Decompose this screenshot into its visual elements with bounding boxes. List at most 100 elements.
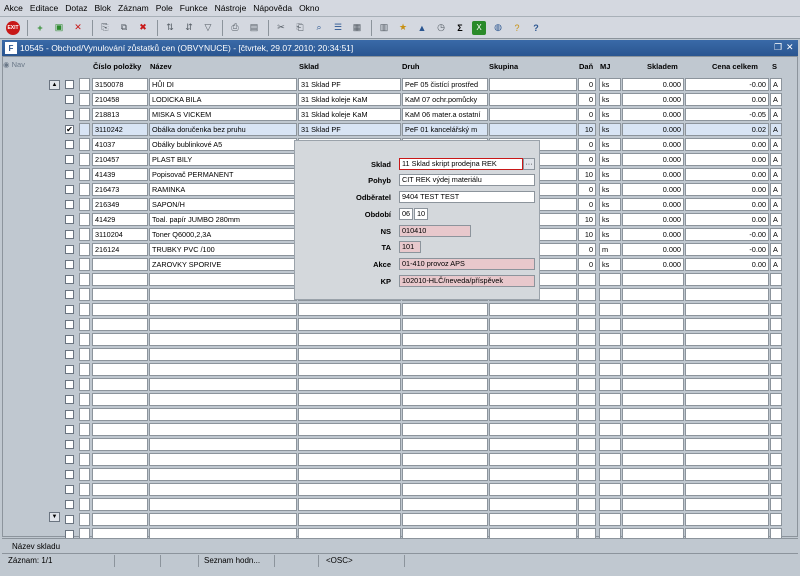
cell-druh[interactable] [402, 483, 488, 496]
cell-s[interactable]: A [770, 168, 782, 181]
cell-mj[interactable] [599, 423, 621, 436]
cell-cislo[interactable] [92, 348, 148, 361]
cell-skladem[interactable]: 0.000 [622, 258, 684, 271]
help-icon[interactable]: ? [529, 21, 543, 35]
row-checkbox[interactable] [65, 260, 74, 269]
cell-druh[interactable] [402, 333, 488, 346]
cell-dan[interactable] [578, 423, 596, 436]
cell-skupina[interactable] [489, 378, 577, 391]
cell-skladem[interactable]: 0.000 [622, 168, 684, 181]
row-checkbox[interactable] [65, 110, 74, 119]
cell-mj[interactable]: ks [599, 123, 621, 136]
cell-sklad[interactable] [298, 378, 401, 391]
obdobi-month-field[interactable]: 06 [399, 208, 413, 220]
cell-cislo[interactable] [92, 273, 148, 286]
cell-mj[interactable] [599, 333, 621, 346]
table-row[interactable]: ✔ 3110242 Obálka doručenka bez pruhu 31 Skl… [49, 123, 787, 137]
cell-nazev[interactable]: Toner Q6000,2,3A [149, 228, 297, 241]
row-checkbox[interactable] [65, 425, 74, 434]
table-row[interactable] [49, 333, 787, 347]
cell-cena[interactable]: 0.02 [685, 123, 769, 136]
row-marker[interactable] [79, 108, 90, 121]
cut-icon[interactable]: ✂ [274, 21, 288, 35]
cell-cislo[interactable] [92, 423, 148, 436]
cell-skladem[interactable] [622, 453, 684, 466]
cell-dan[interactable]: 0 [578, 153, 596, 166]
table-row[interactable]: 218813 MISKA S VICKEM 31 Sklad koleje KaM K… [49, 108, 787, 122]
cell-skupina[interactable] [489, 498, 577, 511]
menu-item-9[interactable]: Okno [299, 3, 319, 13]
cell-dan[interactable] [578, 348, 596, 361]
cell-cena[interactable] [685, 363, 769, 376]
cell-mj[interactable]: ks [599, 198, 621, 211]
cell-skladem[interactable] [622, 333, 684, 346]
table-row[interactable] [49, 483, 787, 497]
cell-mj[interactable]: ks [599, 153, 621, 166]
cell-cislo[interactable] [92, 333, 148, 346]
cell-skupina[interactable] [489, 123, 577, 136]
menu-item-8[interactable]: Nápověda [253, 3, 292, 13]
copy-record-icon[interactable]: ⎘ [98, 21, 112, 35]
cell-cena[interactable] [685, 498, 769, 511]
row-marker[interactable] [79, 258, 90, 271]
cell-dan[interactable]: 10 [578, 228, 596, 241]
cell-druh[interactable] [402, 423, 488, 436]
cell-mj[interactable]: ks [599, 138, 621, 151]
cell-mj[interactable]: ks [599, 258, 621, 271]
cell-mj[interactable] [599, 273, 621, 286]
cell-s[interactable] [770, 438, 782, 451]
cell-skladem[interactable]: 0.000 [622, 78, 684, 91]
cell-cislo[interactable]: 41429 [92, 213, 148, 226]
cell-skladem[interactable]: 0.000 [622, 138, 684, 151]
cell-dan[interactable] [578, 303, 596, 316]
cell-mj[interactable]: ks [599, 168, 621, 181]
cell-cislo[interactable] [92, 483, 148, 496]
cell-druh[interactable] [402, 318, 488, 331]
row-marker[interactable] [79, 498, 90, 511]
cell-skladem[interactable]: 0.000 [622, 228, 684, 241]
cell-cena[interactable]: 0.00 [685, 213, 769, 226]
cell-skupina[interactable] [489, 363, 577, 376]
cell-cena[interactable]: 0.00 [685, 198, 769, 211]
cell-s[interactable] [770, 378, 782, 391]
cell-s[interactable]: A [770, 198, 782, 211]
row-marker[interactable] [79, 348, 90, 361]
cell-druh[interactable] [402, 513, 488, 526]
menu-item-6[interactable]: Funkce [180, 3, 208, 13]
cell-mj[interactable] [599, 513, 621, 526]
cell-cislo[interactable] [92, 453, 148, 466]
cell-nazev[interactable]: PLAST BILY [149, 153, 297, 166]
cell-nazev[interactable] [149, 423, 297, 436]
cell-druh[interactable]: KaM 06 mater.a ostatní [402, 108, 488, 121]
cell-nazev[interactable] [149, 378, 297, 391]
cell-cislo[interactable] [92, 318, 148, 331]
cell-dan[interactable] [578, 273, 596, 286]
cell-nazev[interactable]: RAMINKA [149, 183, 297, 196]
cell-nazev[interactable] [149, 453, 297, 466]
filter-icon[interactable]: ▽ [201, 21, 215, 35]
cell-sklad[interactable] [298, 333, 401, 346]
cell-s[interactable]: A [770, 258, 782, 271]
cell-dan[interactable]: 10 [578, 123, 596, 136]
cell-mj[interactable] [599, 453, 621, 466]
cell-cena[interactable] [685, 453, 769, 466]
cell-nazev[interactable] [149, 408, 297, 421]
cell-druh[interactable] [402, 348, 488, 361]
cell-s[interactable]: A [770, 108, 782, 121]
cell-cena[interactable] [685, 378, 769, 391]
cell-cislo[interactable] [92, 438, 148, 451]
delete-record-icon[interactable]: ✕ [71, 21, 85, 35]
table-row[interactable] [49, 438, 787, 452]
row-marker[interactable] [79, 168, 90, 181]
cell-skupina[interactable] [489, 393, 577, 406]
cell-skupina[interactable] [489, 78, 577, 91]
cell-cena[interactable]: 0.00 [685, 168, 769, 181]
row-marker[interactable] [79, 363, 90, 376]
cell-dan[interactable] [578, 468, 596, 481]
cell-druh[interactable] [402, 378, 488, 391]
cell-nazev[interactable] [149, 318, 297, 331]
cell-skupina[interactable] [489, 468, 577, 481]
cell-cislo[interactable]: 41037 [92, 138, 148, 151]
cell-skladem[interactable] [622, 363, 684, 376]
cell-s[interactable]: A [770, 243, 782, 256]
